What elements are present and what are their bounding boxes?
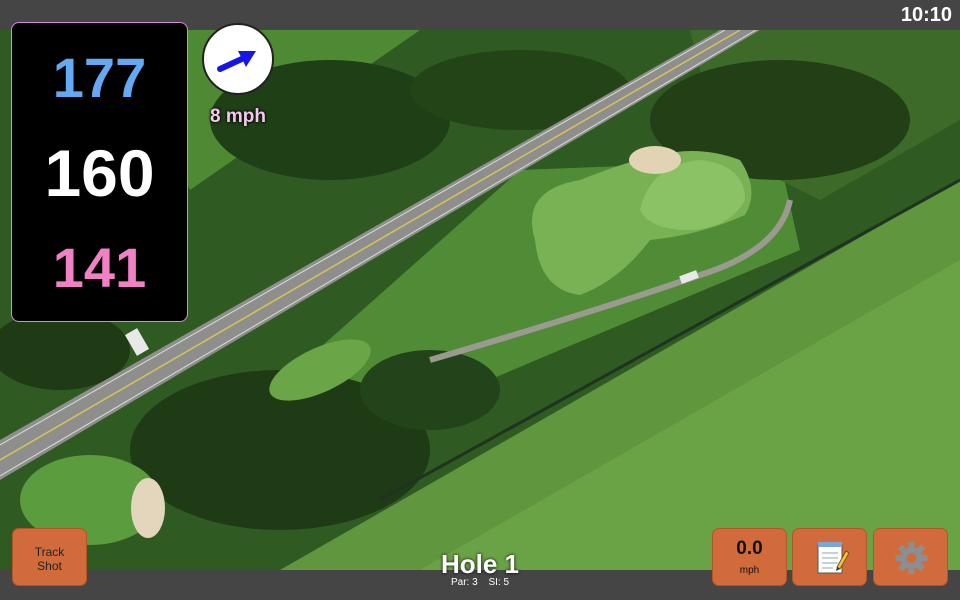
speed-unit: mph (739, 565, 760, 576)
settings-button[interactable] (873, 528, 948, 586)
track-shot-label-line1: Track (34, 545, 65, 559)
front-distance: 141 (52, 236, 147, 299)
hole-info: Par: 3 SI: 5 (380, 577, 580, 588)
back-distance: 177 (52, 46, 147, 109)
hole-title: Hole 1 (440, 549, 520, 579)
speed-button[interactable]: 0.0 mph (712, 528, 787, 586)
speed-value: 0.0 (736, 538, 763, 559)
distance-panel: 177 160 141 (11, 22, 188, 322)
gear-icon (895, 542, 928, 574)
track-shot-button[interactable]: Track Shot (12, 528, 87, 586)
middle-distance: 160 (44, 136, 155, 210)
clock: 10:10 (900, 4, 952, 26)
notepad-icon (817, 542, 850, 574)
hole-par: Par: 3 (450, 577, 478, 588)
hole-si: SI: 5 (488, 577, 510, 588)
track-shot-label-line2: Shot (37, 559, 62, 573)
arrow-icon (217, 51, 256, 72)
notes-button[interactable] (792, 528, 867, 586)
wind-indicator (202, 23, 274, 95)
wind-speed-label: 8 mph (210, 106, 266, 127)
